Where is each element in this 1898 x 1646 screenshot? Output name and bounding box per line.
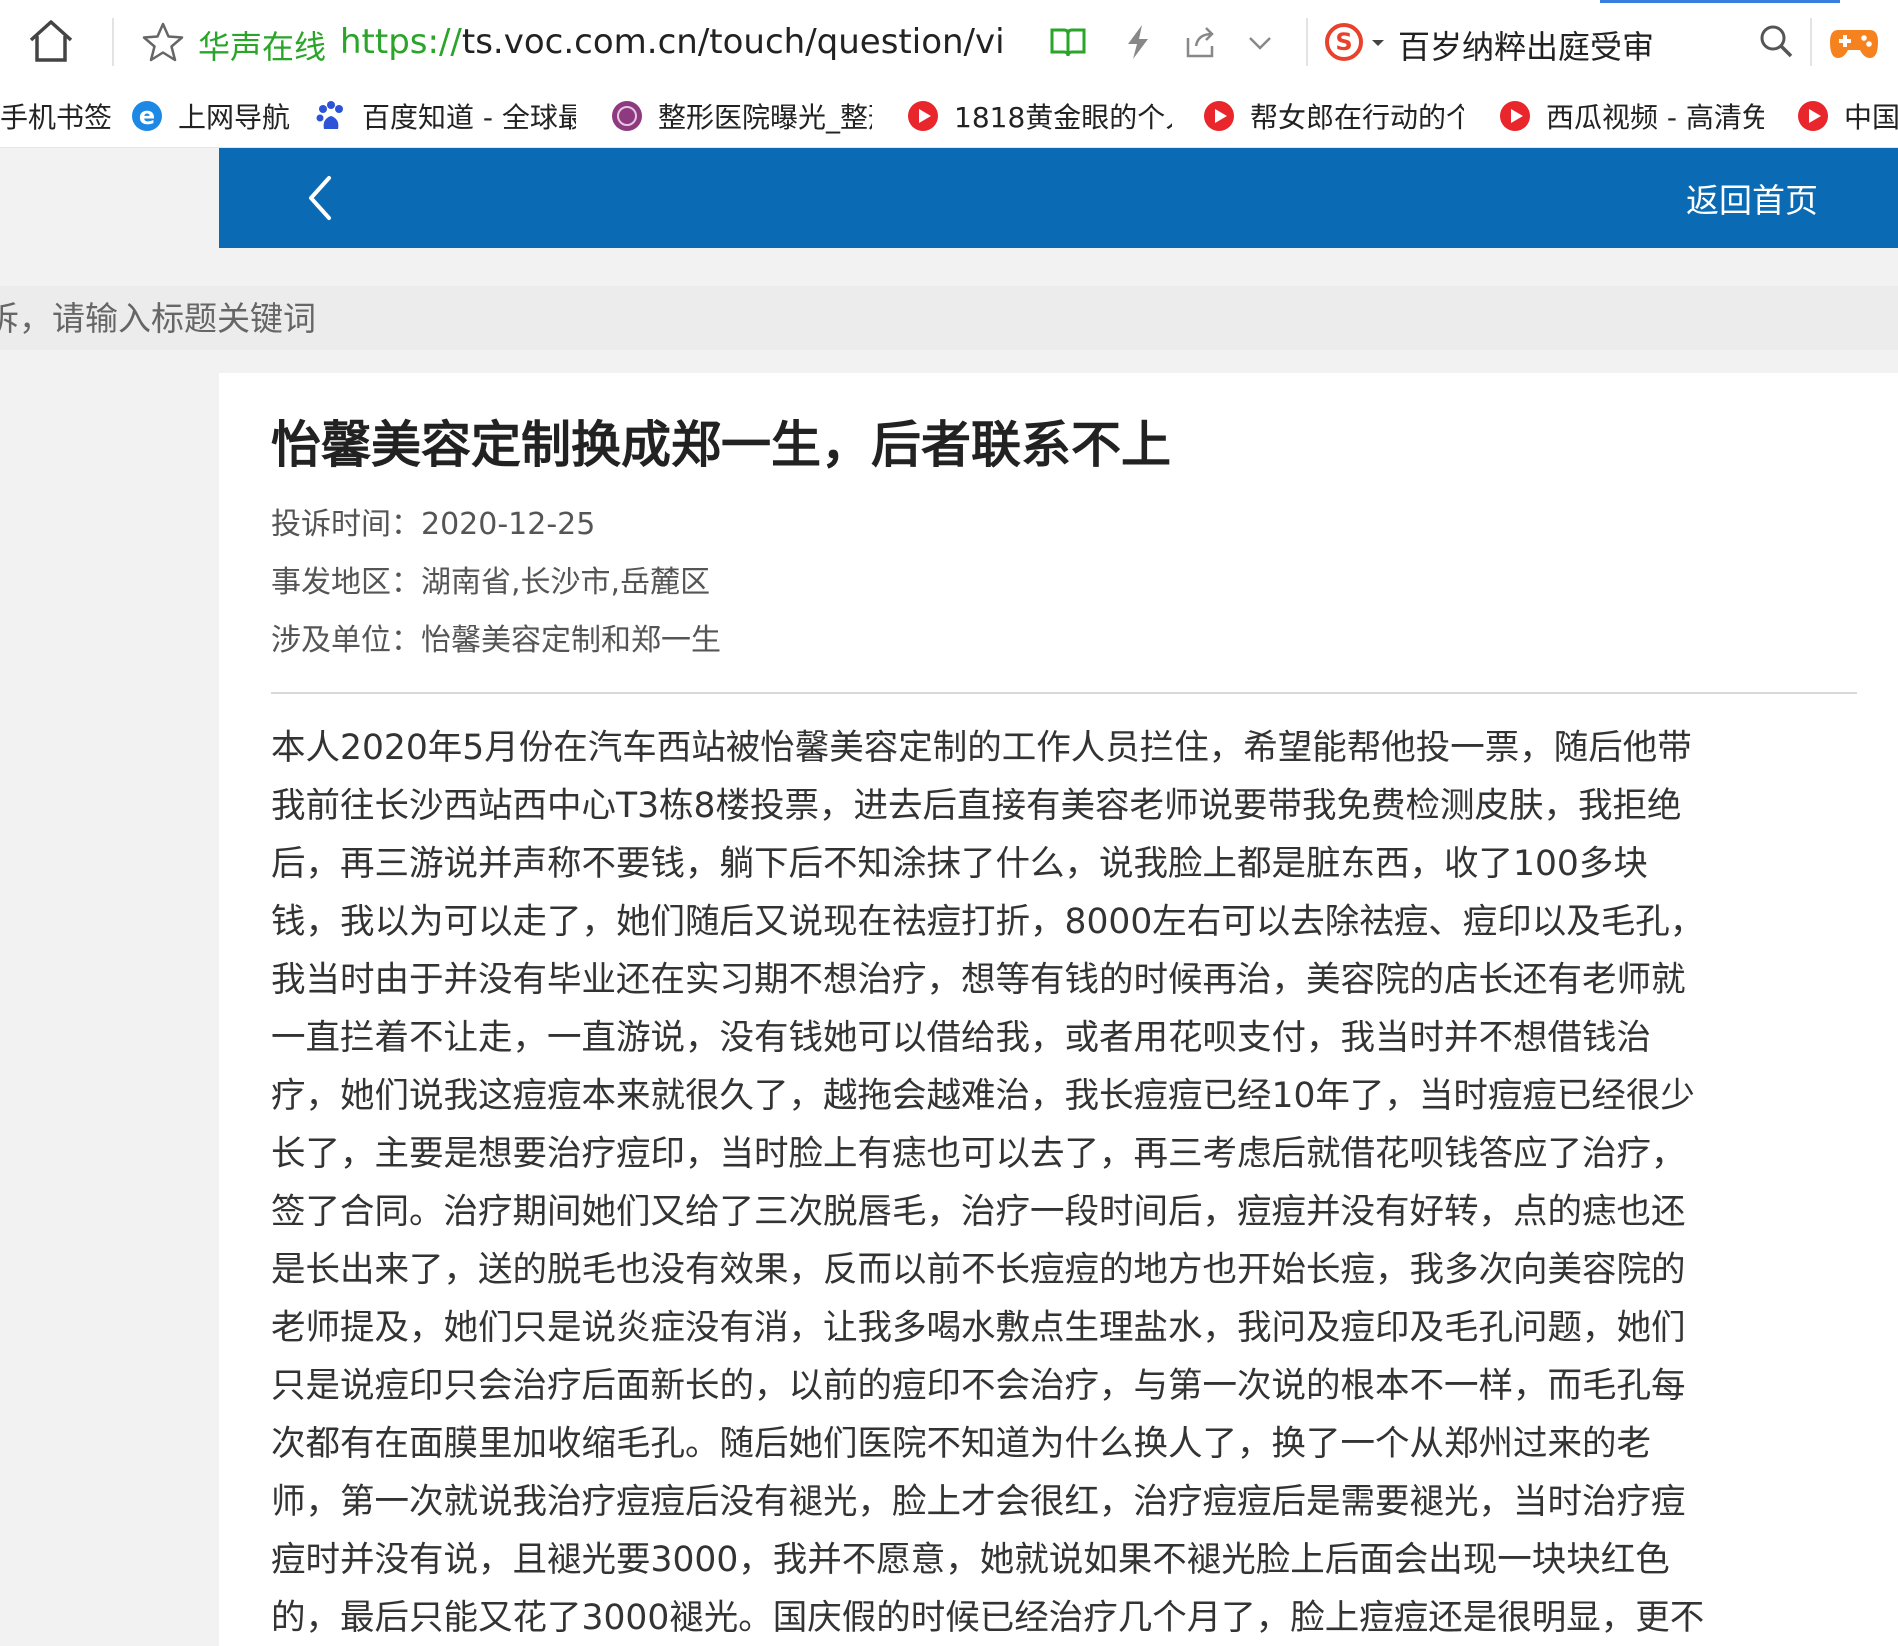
body-line: 痘时并没有说，且褪光要3000，我并不愿意，她就说如果不褪光脸上后面会出现一块块… [271,1540,1670,1580]
red-play-icon [1798,101,1828,131]
incident-region: 事发地区：湖南省,长沙市,岳麓区 [271,557,710,601]
body-line: 长了，主要是想要治疗痘印，当时脸上有痣也可以去了，再三考虑后就借花呗钱答应了治疗… [271,1134,1686,1174]
body-line: 本人2020年5月份在汽车西站被怡馨美容定制的工作人员拦住，希望能帮他投一票，随… [271,728,1692,768]
involved-unit: 涉及单位：怡馨美容定制和郑一生 [271,615,721,659]
bookmark-label: 百度知道 - 全球最 [362,101,576,134]
body-line: 次都有在面膜里加收缩毛孔。随后她们医院不知道为什么换人了，换了一个从郑州过来的老 [271,1424,1651,1464]
body-line: 疗，她们说我这痘痘本来就很久了，越拖会越难治，我长痘痘已经10年了，当时痘痘已经… [271,1076,1695,1116]
address-bar[interactable]: https://ts.voc.com.cn/touch/question/vie… [340,22,1004,62]
red-play-icon [1500,101,1530,131]
body-line: 我当时由于并没有毕业还在实习期不想治疗，想等有钱的时候再治，美容院的店长还有老师… [271,960,1686,1000]
body-line: 的，最后只能又花了3000褪光。国庆假的时候已经治疗几个月了，脸上痘痘还是很明显… [271,1598,1705,1638]
purple-badge-icon [612,101,642,131]
bookmark-label: 帮女郎在行动的个 [1250,101,1464,134]
meta-label: 事发地区： [271,565,421,600]
star-icon[interactable] [140,20,186,64]
body-line: 后，再三游说并声称不要钱，躺下后不知涂抹了什么，说我脸上都是脏东西，收了100多… [271,844,1648,884]
bookmark-label: 1818黄金眼的个人 [954,101,1172,134]
body-line: 钱，我以为可以走了，她们随后又说现在祛痘打折，8000左右可以去除祛痘、痘印以及… [271,902,1705,942]
search-input[interactable] [0,286,1886,350]
bookmark-bangnvlang[interactable]: 帮女郎在行动的个 [1202,96,1464,136]
meta-value: 2020-12-25 [421,507,596,542]
bookmark-1818[interactable]: 1818黄金眼的个人 [906,96,1172,136]
toolbar-divider [1810,18,1812,66]
reader-mode-icon[interactable] [1048,22,1088,62]
svg-text:e: e [139,102,155,130]
bookmark-china[interactable]: 中国 [1796,96,1898,136]
article-title: 怡馨美容定制换成郑一生，后者联系不上 [271,416,1171,474]
article-card: 怡馨美容定制换成郑一生，后者联系不上 投诉时间：2020-12-25 事发地区：… [219,373,1898,1646]
red-play-icon [1204,101,1234,131]
share-icon[interactable] [1180,22,1220,62]
bookmark-label: 整形医院曝光_整形 [658,101,872,134]
body-line: 签了合同。治疗期间她们又给了三次脱唇毛，治疗一段时间后，痘痘并没有好转，点的痣也… [271,1192,1686,1232]
meta-value: 怡馨美容定制和郑一生 [421,623,721,658]
back-arrow-icon[interactable] [299,172,343,224]
browser-toolbar: 华声在线 https://ts.voc.com.cn/touch/questio… [0,0,1898,84]
article-body: 本人2020年5月份在汽车西站被怡馨美容定制的工作人员拦住，希望能帮他投一票，随… [271,719,1871,1646]
site-name: 华声在线 [198,28,327,66]
ie-icon: e [132,101,162,131]
search-box-text[interactable]: 百岁纳粹出庭受审 [1398,22,1654,68]
bookmark-baidu-zhidao[interactable]: 百度知道 - 全球最 [314,96,576,136]
toolbar-accent-line [1600,0,1840,3]
meta-value: 湖南省,长沙市,岳麓区 [421,565,711,600]
search-bar [0,286,1898,350]
sogou-search-engine-icon[interactable]: S [1322,18,1402,66]
body-line: 老师提及，她们只是说炎症没有消，让我多喝水敷点生理盐水，我问及痘印及毛孔问题，她… [271,1308,1686,1348]
bookmark-mobile[interactable]: 手机书签 [0,96,112,136]
body-line: 是长出来了，送的脱毛也没有效果，反而以前不长痘痘的地方也开始长痘，我多次向美容院… [271,1250,1686,1290]
bookmark-label: 手机书签 [0,101,113,134]
bookmark-nav[interactable]: e 上网导航 [130,96,290,136]
search-icon[interactable] [1756,20,1796,64]
body-line: 我前往长沙西站西中心T3栋8楼投票，进去后直接有美容老师说要带我免费检测皮肤，我… [271,786,1682,826]
svg-text:S: S [1335,28,1352,56]
bookmarks-bar: 手机书签 e 上网导航 百度知道 - 全球最 整形医院曝光_整形 1818黄金眼… [0,84,1898,148]
chevron-down-icon[interactable] [1240,22,1280,62]
baidu-paw-icon [316,101,343,129]
body-line: 一直拦着不让走，一直游说，没有钱她可以借给我，或者用花呗支付，我当时并不想借钱治 [271,1018,1651,1058]
complaint-time: 投诉时间：2020-12-25 [271,499,595,543]
meta-label: 投诉时间： [271,507,421,542]
bookmark-label: 西瓜视频 - 高清免 [1546,101,1764,134]
url-text: ts.voc.com.cn/touch/question/view/2 [461,22,1004,62]
url-scheme: https:// [340,22,462,62]
red-play-icon [908,101,938,131]
game-controller-icon[interactable] [1828,20,1880,64]
bookmark-label: 上网导航 [178,101,291,134]
article-divider [271,692,1857,694]
toolbar-divider [112,18,114,66]
bookmark-label: 中国 [1844,101,1898,134]
bookmark-xigua[interactable]: 西瓜视频 - 高清免 [1498,96,1764,136]
body-line: 只是说痘印只会治疗后面新长的，以前的痘印不会治疗，与第一次说的根本不一样，而毛孔… [271,1366,1686,1406]
meta-label: 涉及单位： [271,623,421,658]
home-link[interactable]: 返回首页 [1686,174,1818,222]
page-header: 返回首页 [219,148,1898,248]
bookmark-plastic-surgery[interactable]: 整形医院曝光_整形 [610,96,872,136]
body-line: 师，第一次就说我治疗痘痘后没有褪光，脸上才会很红，治疗痘痘后是需要褪光，当时治疗… [271,1482,1686,1522]
home-icon[interactable] [26,18,76,64]
toolbar-divider [1306,18,1308,66]
lightning-icon[interactable] [1118,22,1158,62]
